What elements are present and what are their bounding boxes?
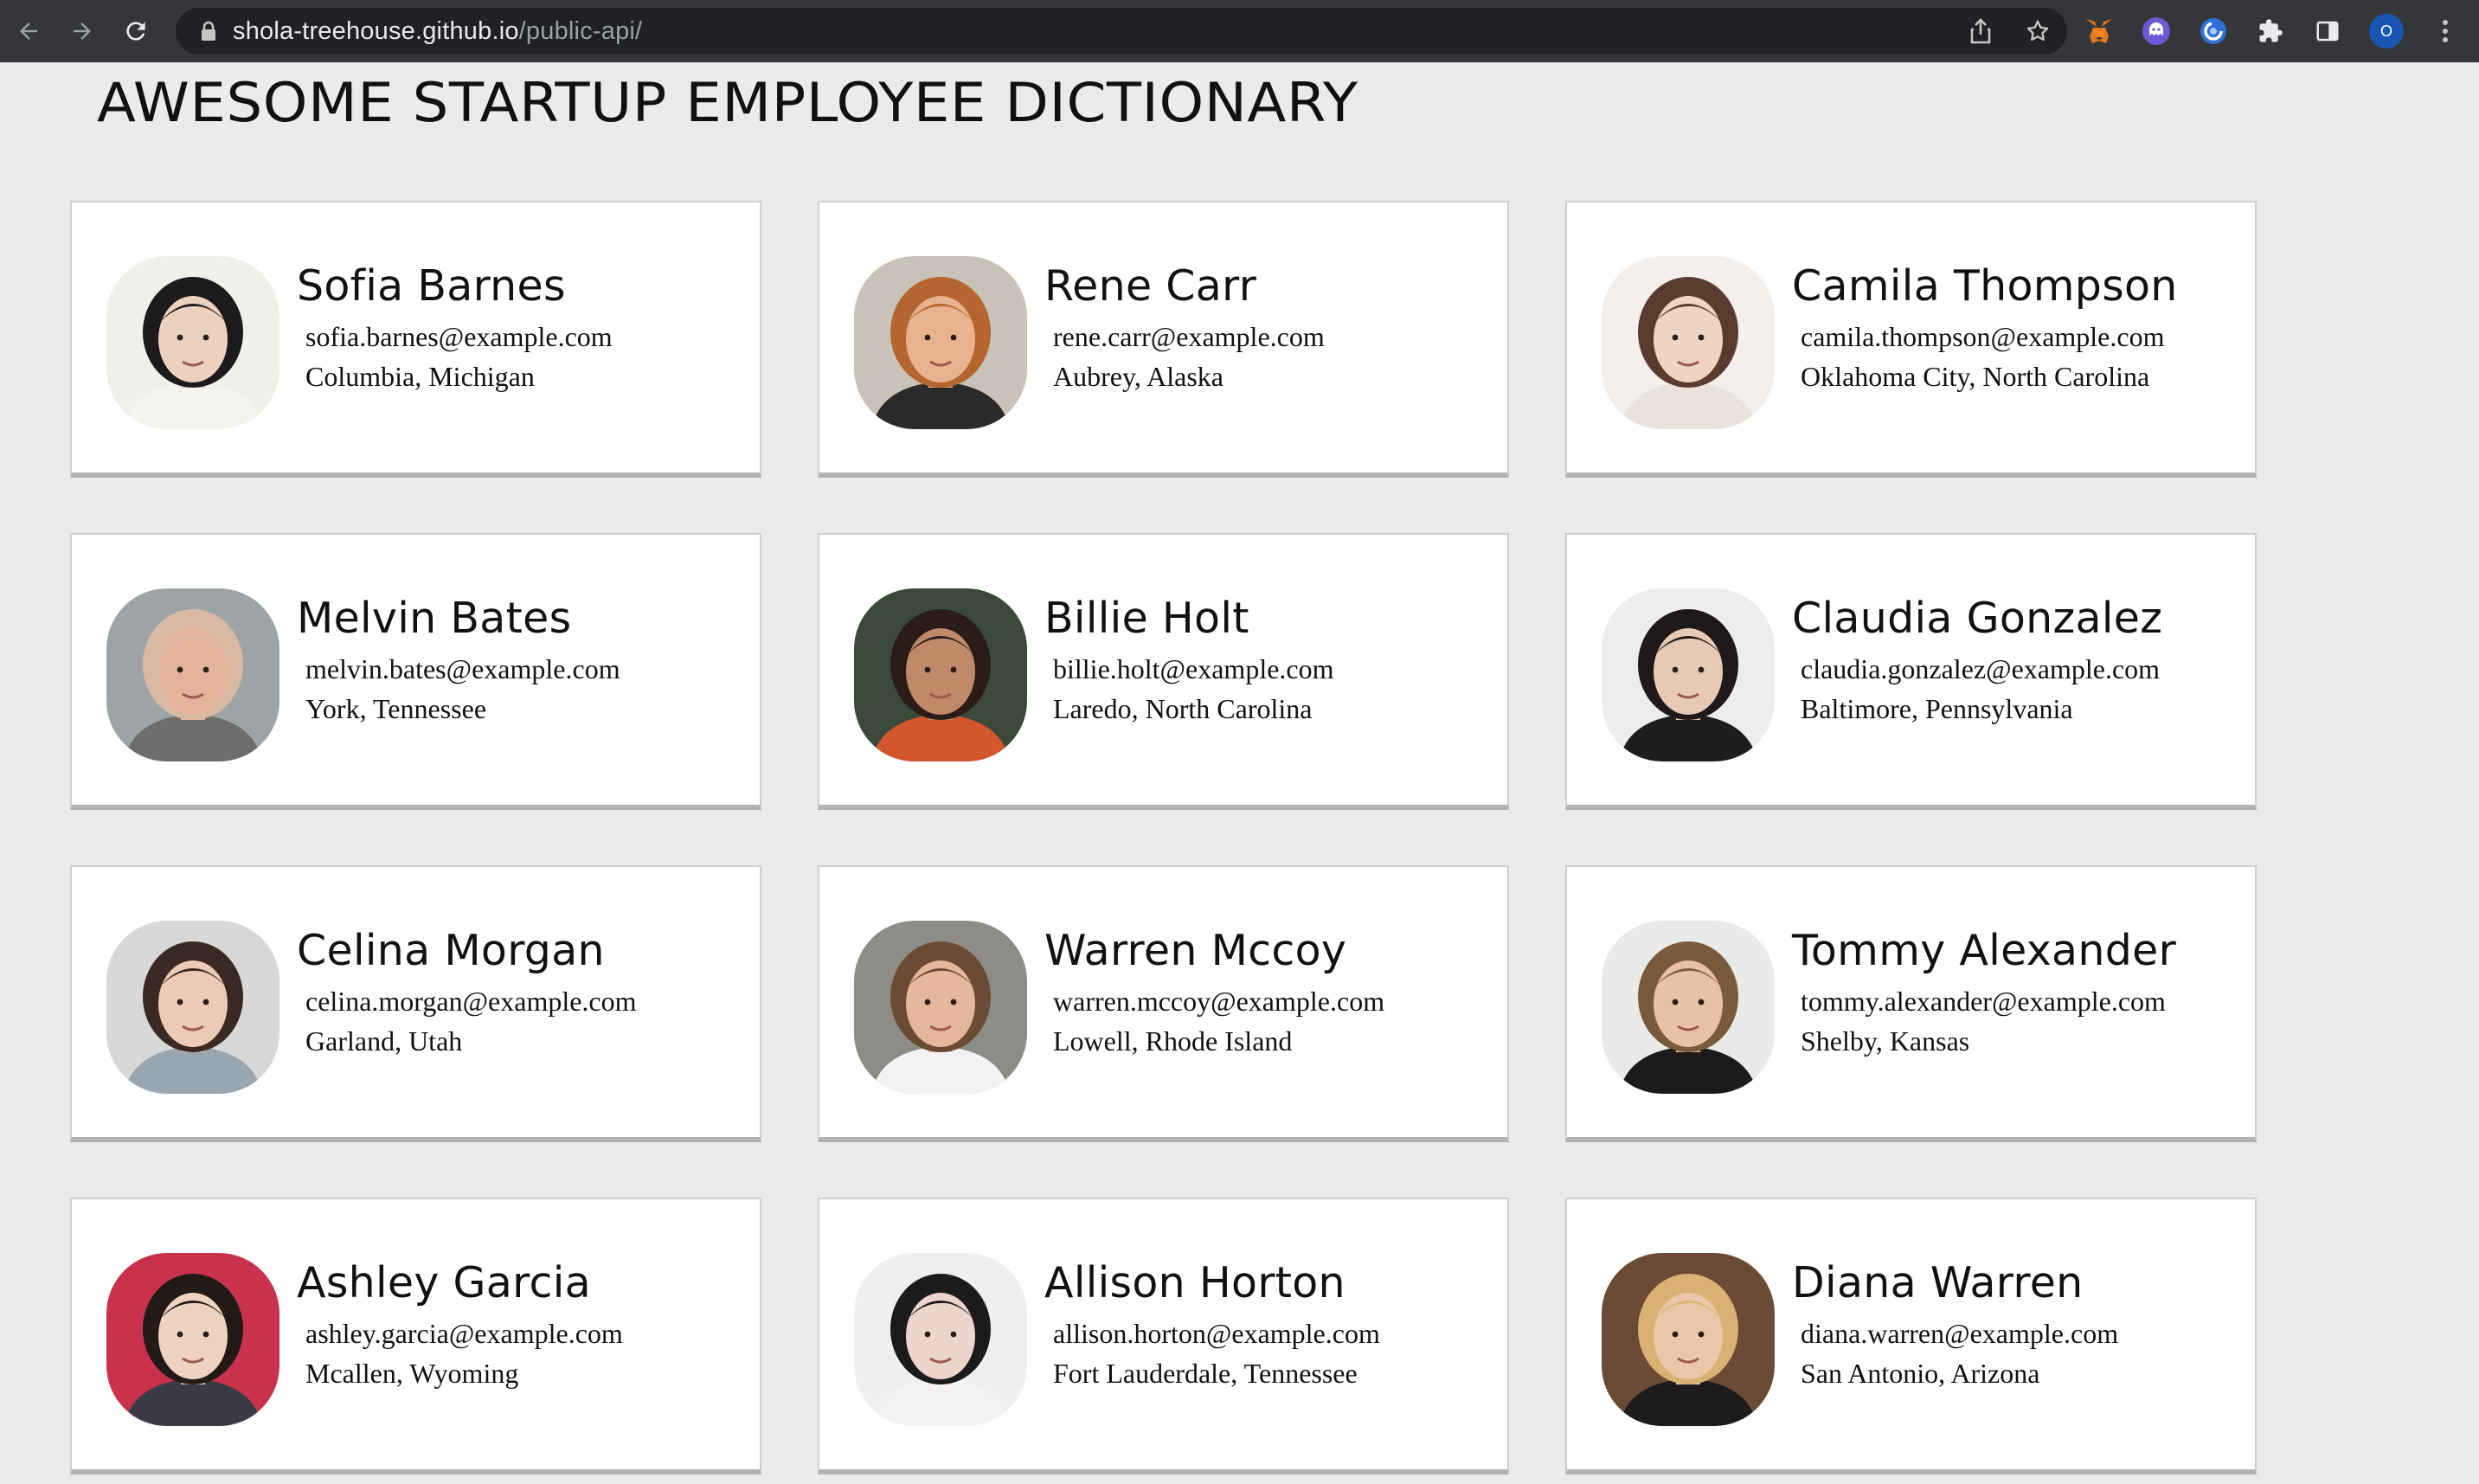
employee-name: Allison Horton xyxy=(1044,1258,1345,1307)
employee-name: Sofia Barnes xyxy=(297,261,566,311)
employee-card[interactable]: Tommy Alexander tommy.alexander@example.c… xyxy=(1565,865,2257,1142)
employee-email: claudia.gonzalez@example.com xyxy=(1801,653,2161,684)
employee-photo[interactable] xyxy=(106,256,279,429)
employee-photo[interactable] xyxy=(106,921,279,1094)
employee-card[interactable]: Sofia Barnes sofia.barnes@example.com Colu… xyxy=(70,201,761,478)
employee-grid: Sofia Barnes sofia.barnes@example.com Colu… xyxy=(70,201,2257,1474)
profile-avatar[interactable]: O xyxy=(2369,14,2404,48)
employee-location: Baltimore, Pennsylvania xyxy=(1801,693,2073,724)
employee-email: camila.thompson@example.com xyxy=(1801,321,2165,352)
reload-icon[interactable] xyxy=(112,8,159,55)
employee-info: Tommy Alexander tommy.alexander@example.c… xyxy=(1792,926,2176,1057)
lock-icon[interactable] xyxy=(196,19,221,43)
employee-card[interactable]: Warren Mccoy warren.mccoy@example.com Lowe… xyxy=(818,865,1509,1142)
employee-photo[interactable] xyxy=(1602,921,1775,1094)
employee-email: celina.morgan@example.com xyxy=(305,986,637,1017)
employee-photo[interactable] xyxy=(106,588,279,761)
employee-email: allison.horton@example.com xyxy=(1053,1318,1380,1349)
employee-info: Warren Mccoy warren.mccoy@example.com Lowe… xyxy=(1044,926,1384,1057)
employee-photo[interactable] xyxy=(1602,256,1775,429)
browser-toolbar: shola-treehouse.github.io/public-api/ O xyxy=(0,0,2479,62)
employee-email: rene.carr@example.com xyxy=(1053,321,1325,352)
employee-location: Aubrey, Alaska xyxy=(1053,361,1223,392)
employee-card[interactable]: Claudia Gonzalez claudia.gonzalez@example… xyxy=(1565,533,2257,810)
employee-name: Diana Warren xyxy=(1792,1258,2084,1307)
employee-location: Garland, Utah xyxy=(305,1025,463,1057)
employee-card[interactable]: Billie Holt billie.holt@example.com Laredo… xyxy=(818,533,1509,810)
employee-name: Celina Morgan xyxy=(297,926,605,975)
employee-info: Celina Morgan celina.morgan@example.com Ga… xyxy=(297,926,637,1057)
employee-photo[interactable] xyxy=(854,256,1027,429)
employee-photo[interactable] xyxy=(106,1253,279,1426)
employee-location: Lowell, Rhode Island xyxy=(1053,1025,1293,1057)
employee-card[interactable]: Camila Thompson camila.thompson@example.c… xyxy=(1565,201,2257,478)
back-arrow-icon[interactable] xyxy=(5,8,52,55)
employee-email: sofia.barnes@example.com xyxy=(305,321,613,352)
url-text: shola-treehouse.github.io/public-api/ xyxy=(233,17,642,46)
employee-info: Camila Thompson camila.thompson@example.c… xyxy=(1792,261,2178,393)
address-bar[interactable]: shola-treehouse.github.io/public-api/ xyxy=(176,8,2067,55)
side-panel-icon[interactable] xyxy=(2312,16,2343,47)
employee-info: Diana Warren diana.warren@example.com San … xyxy=(1792,1258,2118,1390)
url-path: /public-api/ xyxy=(518,16,643,45)
employee-location: San Antonio, Arizona xyxy=(1801,1358,2040,1389)
employee-location: Shelby, Kansas xyxy=(1801,1025,1970,1057)
employee-photo[interactable] xyxy=(1602,1253,1775,1426)
employee-card[interactable]: Melvin Bates melvin.bates@example.com York… xyxy=(70,533,761,810)
sync-extension-icon[interactable] xyxy=(2198,16,2229,47)
share-icon[interactable] xyxy=(1967,17,1994,45)
employee-info: Rene Carr rene.carr@example.com Aubrey, Al… xyxy=(1044,261,1325,393)
forward-arrow-icon[interactable] xyxy=(59,8,106,55)
employee-location: Fort Lauderdale, Tennessee xyxy=(1053,1358,1358,1389)
employee-name: Rene Carr xyxy=(1044,261,1257,311)
employee-name: Billie Holt xyxy=(1044,594,1249,643)
puzzle-extensions-icon[interactable] xyxy=(2255,16,2286,47)
employee-email: diana.warren@example.com xyxy=(1801,1318,2119,1349)
employee-email: warren.mccoy@example.com xyxy=(1053,986,1385,1017)
star-icon[interactable] xyxy=(2024,17,2052,45)
url-host: shola-treehouse.github.io xyxy=(233,16,519,45)
employee-name: Melvin Bates xyxy=(297,594,572,643)
employee-location: Oklahoma City, North Carolina xyxy=(1801,361,2150,392)
metamask-fox-icon[interactable] xyxy=(2084,16,2115,47)
employee-info: Ashley Garcia ashley.garcia@example.com Mc… xyxy=(297,1258,623,1390)
employee-location: York, Tennessee xyxy=(305,693,487,724)
employee-email: ashley.garcia@example.com xyxy=(305,1318,623,1349)
employee-photo[interactable] xyxy=(854,1253,1027,1426)
employee-photo[interactable] xyxy=(854,921,1027,1094)
employee-photo[interactable] xyxy=(1602,588,1775,761)
employee-info: Billie Holt billie.holt@example.com Laredo… xyxy=(1044,594,1334,725)
employee-email: billie.holt@example.com xyxy=(1053,653,1334,684)
employee-location: Mcallen, Wyoming xyxy=(305,1358,519,1389)
ghost-extension-icon[interactable] xyxy=(2141,16,2172,47)
kebab-menu-icon[interactable] xyxy=(2430,16,2461,47)
employee-card[interactable]: Diana Warren diana.warren@example.com San … xyxy=(1565,1198,2257,1474)
employee-email: tommy.alexander@example.com xyxy=(1801,986,2166,1017)
employee-name: Claudia Gonzalez xyxy=(1792,594,2163,643)
employee-card[interactable]: Ashley Garcia ashley.garcia@example.com Mc… xyxy=(70,1198,761,1474)
employee-card[interactable]: Celina Morgan celina.morgan@example.com Ga… xyxy=(70,865,761,1142)
employee-info: Melvin Bates melvin.bates@example.com York… xyxy=(297,594,620,725)
employee-email: melvin.bates@example.com xyxy=(305,653,620,684)
employee-location: Columbia, Michigan xyxy=(305,361,535,392)
employee-name: Camila Thompson xyxy=(1792,261,2178,311)
employee-card[interactable]: Rene Carr rene.carr@example.com Aubrey, Al… xyxy=(818,201,1509,478)
employee-info: Allison Horton allison.horton@example.com… xyxy=(1044,1258,1380,1390)
employee-name: Ashley Garcia xyxy=(297,1258,591,1307)
employee-location: Laredo, North Carolina xyxy=(1053,693,1313,724)
employee-info: Claudia Gonzalez claudia.gonzalez@example… xyxy=(1792,594,2162,725)
employee-name: Tommy Alexander xyxy=(1792,926,2177,975)
employee-info: Sofia Barnes sofia.barnes@example.com Colu… xyxy=(297,261,613,393)
page-title: AWESOME STARTUP EMPLOYEE DICTIONARY xyxy=(97,71,1358,134)
employee-photo[interactable] xyxy=(854,588,1027,761)
employee-name: Warren Mccoy xyxy=(1044,926,1347,975)
employee-card[interactable]: Allison Horton allison.horton@example.com… xyxy=(818,1198,1509,1474)
